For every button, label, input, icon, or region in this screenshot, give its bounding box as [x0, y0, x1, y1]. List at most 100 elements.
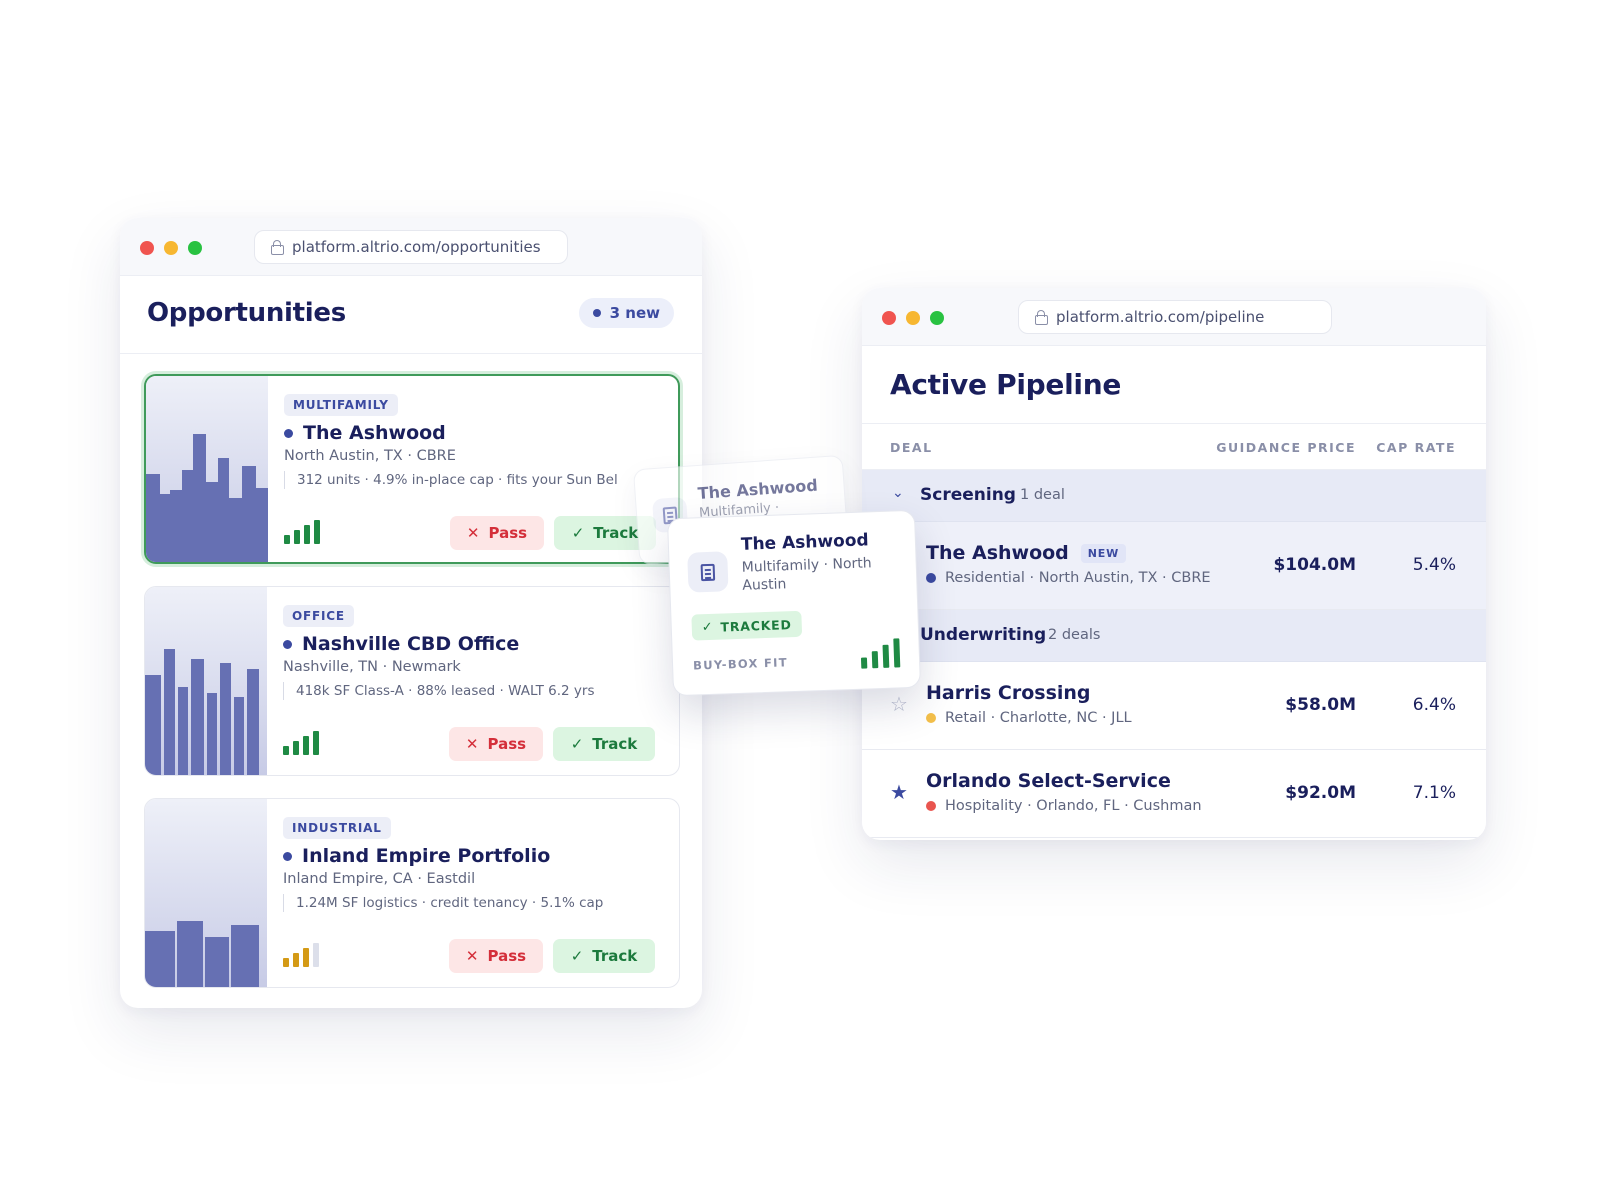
track-button[interactable]: ✓ Track [553, 727, 655, 761]
pipeline-header: Active Pipeline [862, 346, 1486, 424]
close-window-button[interactable] [882, 311, 896, 325]
card-title[interactable]: The Ashwood [284, 422, 446, 444]
deal-location: Inland Empire, CA · Eastdil [283, 871, 476, 887]
guidance-price: $92.0M [1285, 783, 1356, 803]
table-row[interactable]: ★ Orlando Select-Service Hospitality · O… [862, 750, 1486, 838]
deal-meta: 418k SF Class-A · 88% leased · WALT 6.2 … [283, 682, 595, 700]
star-filled-icon[interactable]: ★ [890, 780, 908, 804]
pass-button[interactable]: ✕ Pass [449, 939, 543, 973]
opportunity-card[interactable]: INDUSTRIAL Inland Empire Portfolio Inlan… [144, 798, 680, 988]
track-label: Track [592, 735, 638, 753]
group-name: Screening [920, 485, 1016, 505]
deal-name: Inland Empire Portfolio [302, 845, 551, 867]
lock-icon [1035, 310, 1048, 325]
signal-strength-icon [283, 941, 323, 967]
property-thumbnail [145, 799, 267, 987]
pass-label: Pass [488, 524, 528, 542]
minimize-window-button[interactable] [164, 241, 178, 255]
deal-location: Nashville, TN · Newmark [283, 659, 461, 675]
opportunities-header: Opportunities 3 new [120, 276, 702, 354]
check-icon: ✓ [571, 524, 585, 542]
maximize-window-button[interactable] [930, 311, 944, 325]
deal-meta: 1.24M SF logistics · credit tenancy · 5.… [283, 894, 603, 912]
x-icon: ✕ [465, 947, 479, 965]
opportunity-card[interactable]: MULTIFAMILY The Ashwood North Austin, TX… [144, 374, 680, 564]
deal-details: Retail · Charlotte, NC · JLL [926, 710, 1132, 726]
check-icon: ✓ [570, 947, 584, 965]
group-name: Underwriting [920, 625, 1047, 645]
deal-name[interactable]: Orlando Select-Service [926, 770, 1171, 792]
new-dot-icon [592, 309, 601, 317]
check-icon: ✓ [570, 735, 584, 753]
preview-subtitle: Multifamily · North Austin [741, 555, 872, 594]
preview-title: The Ashwood [740, 530, 869, 555]
address-bar-url: platform.altrio.com/opportunities [292, 238, 541, 256]
opportunities-window: platform.altrio.com/opportunities Opport… [120, 218, 702, 1008]
maximize-window-button[interactable] [188, 241, 202, 255]
buy-box-fit-label: BUY-BOX FIT [692, 655, 789, 673]
deal-details-text: Retail · Charlotte, NC · JLL [945, 710, 1132, 726]
new-badge: NEW [1080, 543, 1127, 563]
address-bar[interactable]: platform.altrio.com/opportunities [254, 230, 568, 264]
deal-name[interactable]: Harris Crossing [926, 682, 1091, 704]
table-header: DEAL GUIDANCE PRICE CAP RATE [862, 424, 1486, 470]
table-row[interactable]: The Ashwood NEW Residential · North Aust… [862, 522, 1486, 610]
pass-label: Pass [487, 735, 527, 753]
asset-class-dot-icon [926, 573, 936, 583]
opportunity-card[interactable]: OFFICE Nashville CBD Office Nashville, T… [144, 586, 680, 776]
guidance-price: $58.0M [1285, 695, 1356, 715]
pipeline-window: platform.altrio.com/pipeline Active Pipe… [862, 288, 1486, 840]
group-header-screening[interactable]: ⌄ Screening 1 deal [862, 470, 1486, 522]
lock-icon [271, 240, 284, 255]
deal-details: Residential · North Austin, TX · CBRE [926, 570, 1211, 586]
status-dot-icon [283, 639, 292, 649]
close-window-button[interactable] [140, 241, 154, 255]
pass-button[interactable]: ✕ Pass [449, 727, 543, 761]
column-header-deal[interactable]: DEAL [890, 440, 933, 455]
pass-label: Pass [487, 947, 527, 965]
track-button[interactable]: ✓ Track [553, 939, 655, 973]
new-count-badge[interactable]: 3 new [578, 298, 674, 328]
deal-name: Nashville CBD Office [302, 633, 520, 655]
group-count: 2 deals [1048, 627, 1101, 643]
property-type-tag: INDUSTRIAL [283, 817, 391, 839]
star-outline-icon[interactable]: ☆ [890, 692, 908, 716]
signal-strength-icon [860, 637, 905, 669]
deal-details-text: Hospitality · Orlando, FL · Cushman [945, 798, 1202, 814]
minimize-window-button[interactable] [906, 311, 920, 325]
deal-details: Hospitality · Orlando, FL · Cushman [926, 798, 1202, 814]
track-label: Track [593, 524, 639, 542]
column-header-cap-rate[interactable]: CAP RATE [1376, 440, 1456, 455]
deal-name[interactable]: The Ashwood NEW [926, 542, 1127, 564]
address-bar-url: platform.altrio.com/pipeline [1056, 308, 1265, 326]
card-title[interactable]: Inland Empire Portfolio [283, 845, 550, 867]
address-bar[interactable]: platform.altrio.com/pipeline [1018, 300, 1332, 334]
asset-class-dot-icon [926, 713, 936, 723]
cap-rate: 6.4% [1412, 695, 1456, 715]
pass-button[interactable]: ✕ Pass [450, 516, 544, 550]
table-row[interactable]: ☆ Harris Crossing Retail · Charlotte, NC… [862, 662, 1486, 750]
cap-rate: 7.1% [1412, 783, 1456, 803]
card-title[interactable]: Nashville CBD Office [283, 633, 519, 655]
new-count-label: 3 new [609, 304, 660, 322]
property-thumbnail [145, 587, 267, 775]
guidance-price: $104.0M [1273, 555, 1356, 575]
chevron-down-icon[interactable]: ⌄ [892, 485, 904, 501]
group-count: 1 deal [1020, 487, 1065, 503]
cap-rate: 5.4% [1412, 555, 1456, 575]
ghost-title: The Ashwood [697, 475, 819, 503]
deal-meta: 312 units · 4.9% in-place cap · fits you… [284, 471, 618, 489]
property-type-tag: MULTIFAMILY [284, 394, 398, 416]
deal-location: North Austin, TX · CBRE [284, 448, 456, 464]
property-type-tag: OFFICE [283, 605, 354, 627]
check-icon: ✓ [701, 619, 714, 635]
deal-details-text: Residential · North Austin, TX · CBRE [945, 570, 1211, 586]
deal-name: The Ashwood [303, 422, 446, 444]
signal-strength-icon [283, 729, 323, 755]
group-header-underwriting[interactable]: Underwriting 2 deals [862, 610, 1486, 662]
signal-strength-icon [284, 518, 324, 544]
property-thumbnail [146, 376, 268, 562]
column-header-guidance-price[interactable]: GUIDANCE PRICE [1216, 440, 1356, 455]
drag-preview-card[interactable]: The Ashwood Multifamily · North Austin ✓… [666, 509, 922, 697]
page-title: Active Pipeline [890, 368, 1122, 401]
